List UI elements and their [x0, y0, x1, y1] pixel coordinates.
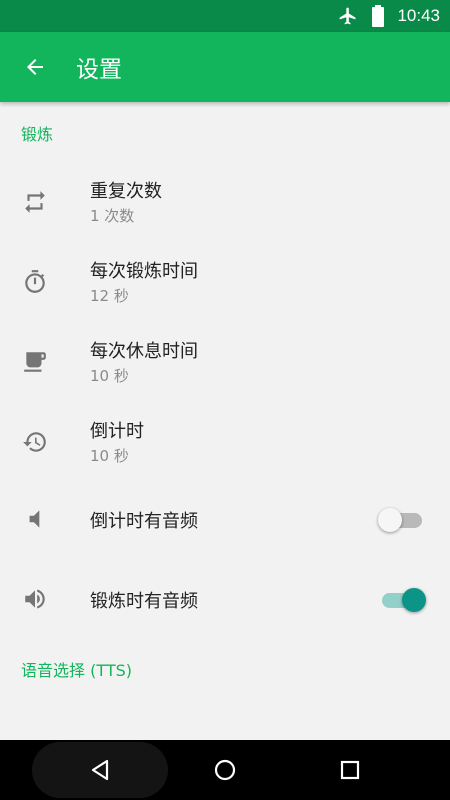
volume-high-icon	[22, 586, 48, 612]
pref-title: 锻炼时有音频	[90, 591, 198, 612]
pref-countdown-audio[interactable]: 倒计时有音频	[0, 478, 450, 558]
history-icon	[22, 429, 48, 455]
pref-exercise-audio[interactable]: 锻炼时有音频	[0, 558, 450, 638]
volume-low-icon	[22, 506, 48, 532]
status-bar: 10:43	[0, 0, 450, 32]
pref-exercise-time[interactable]: 每次锻炼时间 12 秒	[0, 241, 450, 321]
pref-summary: 10 秒	[90, 367, 129, 385]
battery-icon	[367, 5, 389, 27]
pref-rest-time[interactable]: 每次休息时间 10 秒	[0, 321, 450, 401]
pref-title: 倒计时	[90, 421, 144, 442]
pref-summary: 12 秒	[90, 287, 129, 305]
countdown-audio-switch[interactable]	[378, 508, 424, 532]
nav-home-button[interactable]	[195, 750, 255, 790]
switch-thumb	[402, 588, 426, 612]
timer-icon	[22, 269, 48, 295]
nav-recents-button[interactable]	[320, 750, 380, 790]
section-header-workout: 锻炼	[21, 125, 54, 144]
pref-summary: 10 秒	[90, 447, 129, 465]
arrow-back-icon	[27, 59, 43, 75]
section-header-tts[interactable]: 语音选择 (TTS)	[21, 657, 132, 681]
app-bar: 设置	[0, 32, 450, 102]
pref-countdown[interactable]: 倒计时 10 秒	[0, 401, 450, 481]
back-button[interactable]	[0, 32, 70, 102]
page-title: 设置	[76, 57, 122, 83]
pref-title: 重复次数	[90, 181, 162, 202]
pref-title: 每次休息时间	[90, 341, 198, 362]
back-triangle-icon	[91, 759, 109, 781]
nav-back-button[interactable]	[70, 750, 130, 790]
status-time: 10:43	[397, 6, 440, 25]
navigation-bar	[0, 740, 450, 800]
pref-title: 倒计时有音频	[90, 511, 198, 532]
home-circle-icon	[214, 759, 236, 781]
pref-repeat-count[interactable]: 重复次数 1 次数	[0, 161, 450, 241]
recents-square-icon	[340, 760, 360, 780]
switch-thumb	[378, 508, 402, 532]
pref-summary: 1 次数	[90, 207, 135, 225]
airplane-icon	[337, 5, 359, 27]
exercise-audio-switch[interactable]	[378, 588, 426, 612]
repeat-icon	[22, 189, 48, 215]
pref-title: 每次锻炼时间	[90, 261, 198, 282]
coffee-icon	[22, 349, 48, 375]
